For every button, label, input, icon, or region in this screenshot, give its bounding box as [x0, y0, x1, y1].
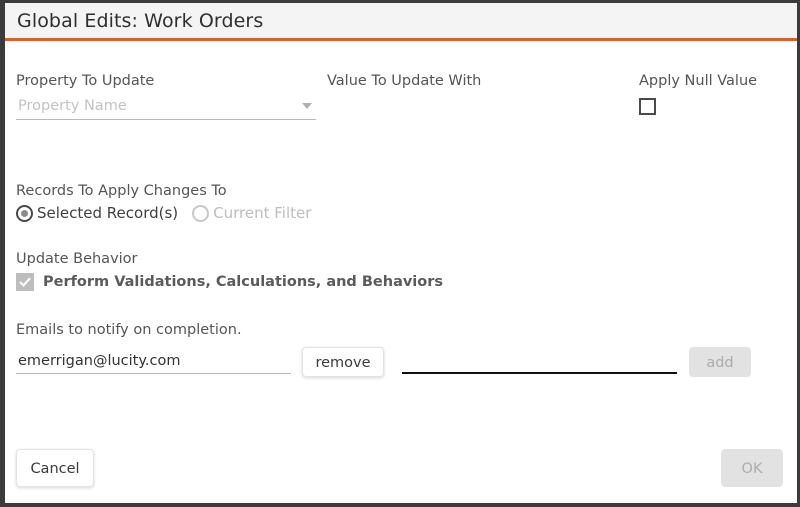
update-behavior-row: Perform Validations, Calculations, and B… [16, 273, 443, 291]
cancel-button[interactable]: Cancel [16, 449, 94, 487]
dialog-titlebar: Global Edits: Work Orders [5, 3, 797, 41]
email-existing-input[interactable] [16, 352, 291, 374]
property-select-input[interactable] [16, 97, 316, 120]
radio-current-filter: Current Filter [192, 204, 311, 222]
radio-off-icon [192, 204, 210, 222]
email-new-input[interactable] [402, 352, 677, 374]
perform-validations-label: Perform Validations, Calculations, and B… [43, 274, 444, 290]
check-icon [19, 277, 31, 288]
apply-null-value-checkbox[interactable] [639, 98, 656, 115]
property-select-wrap[interactable] [16, 95, 316, 120]
radio-current-filter-label: Current Filter [213, 204, 312, 222]
records-radio-row: Selected Record(s) Current Filter [16, 204, 311, 222]
dialog-footer: Cancel OK [5, 433, 797, 503]
email-row-existing: remove add [16, 347, 786, 381]
value-to-update-group: Value To Update With [327, 73, 617, 114]
value-to-update-input[interactable] [327, 91, 617, 114]
apply-null-value-label: Apply Null Value [639, 73, 758, 89]
update-behavior-group: Update Behavior Perform Validations, Cal… [16, 251, 443, 291]
remove-email-button[interactable]: remove [302, 347, 384, 377]
apply-null-value-group: Apply Null Value [639, 73, 757, 115]
property-to-update-group: Property To Update [16, 73, 316, 120]
global-edits-dialog: Global Edits: Work Orders Property To Up… [0, 0, 800, 507]
records-to-apply-group: Records To Apply Changes To Selected Rec… [16, 183, 311, 222]
dialog-title: Global Edits: Work Orders [17, 9, 264, 32]
emails-group: Emails to notify on completion. remove a… [16, 322, 786, 381]
emails-label: Emails to notify on completion. [16, 322, 242, 338]
records-to-apply-label: Records To Apply Changes To [16, 183, 227, 199]
perform-validations-checkbox [16, 273, 34, 291]
radio-on-icon [16, 204, 33, 222]
property-to-update-label: Property To Update [16, 73, 155, 89]
ok-button[interactable]: OK [721, 449, 783, 487]
add-email-button[interactable]: add [689, 347, 751, 377]
value-to-update-label: Value To Update With [327, 73, 482, 89]
radio-selected-records[interactable]: Selected Record(s) [16, 204, 178, 222]
radio-selected-records-label: Selected Record(s) [37, 204, 179, 222]
update-behavior-label: Update Behavior [16, 251, 138, 267]
dialog-body: Property To Update Value To Update With … [5, 41, 797, 503]
